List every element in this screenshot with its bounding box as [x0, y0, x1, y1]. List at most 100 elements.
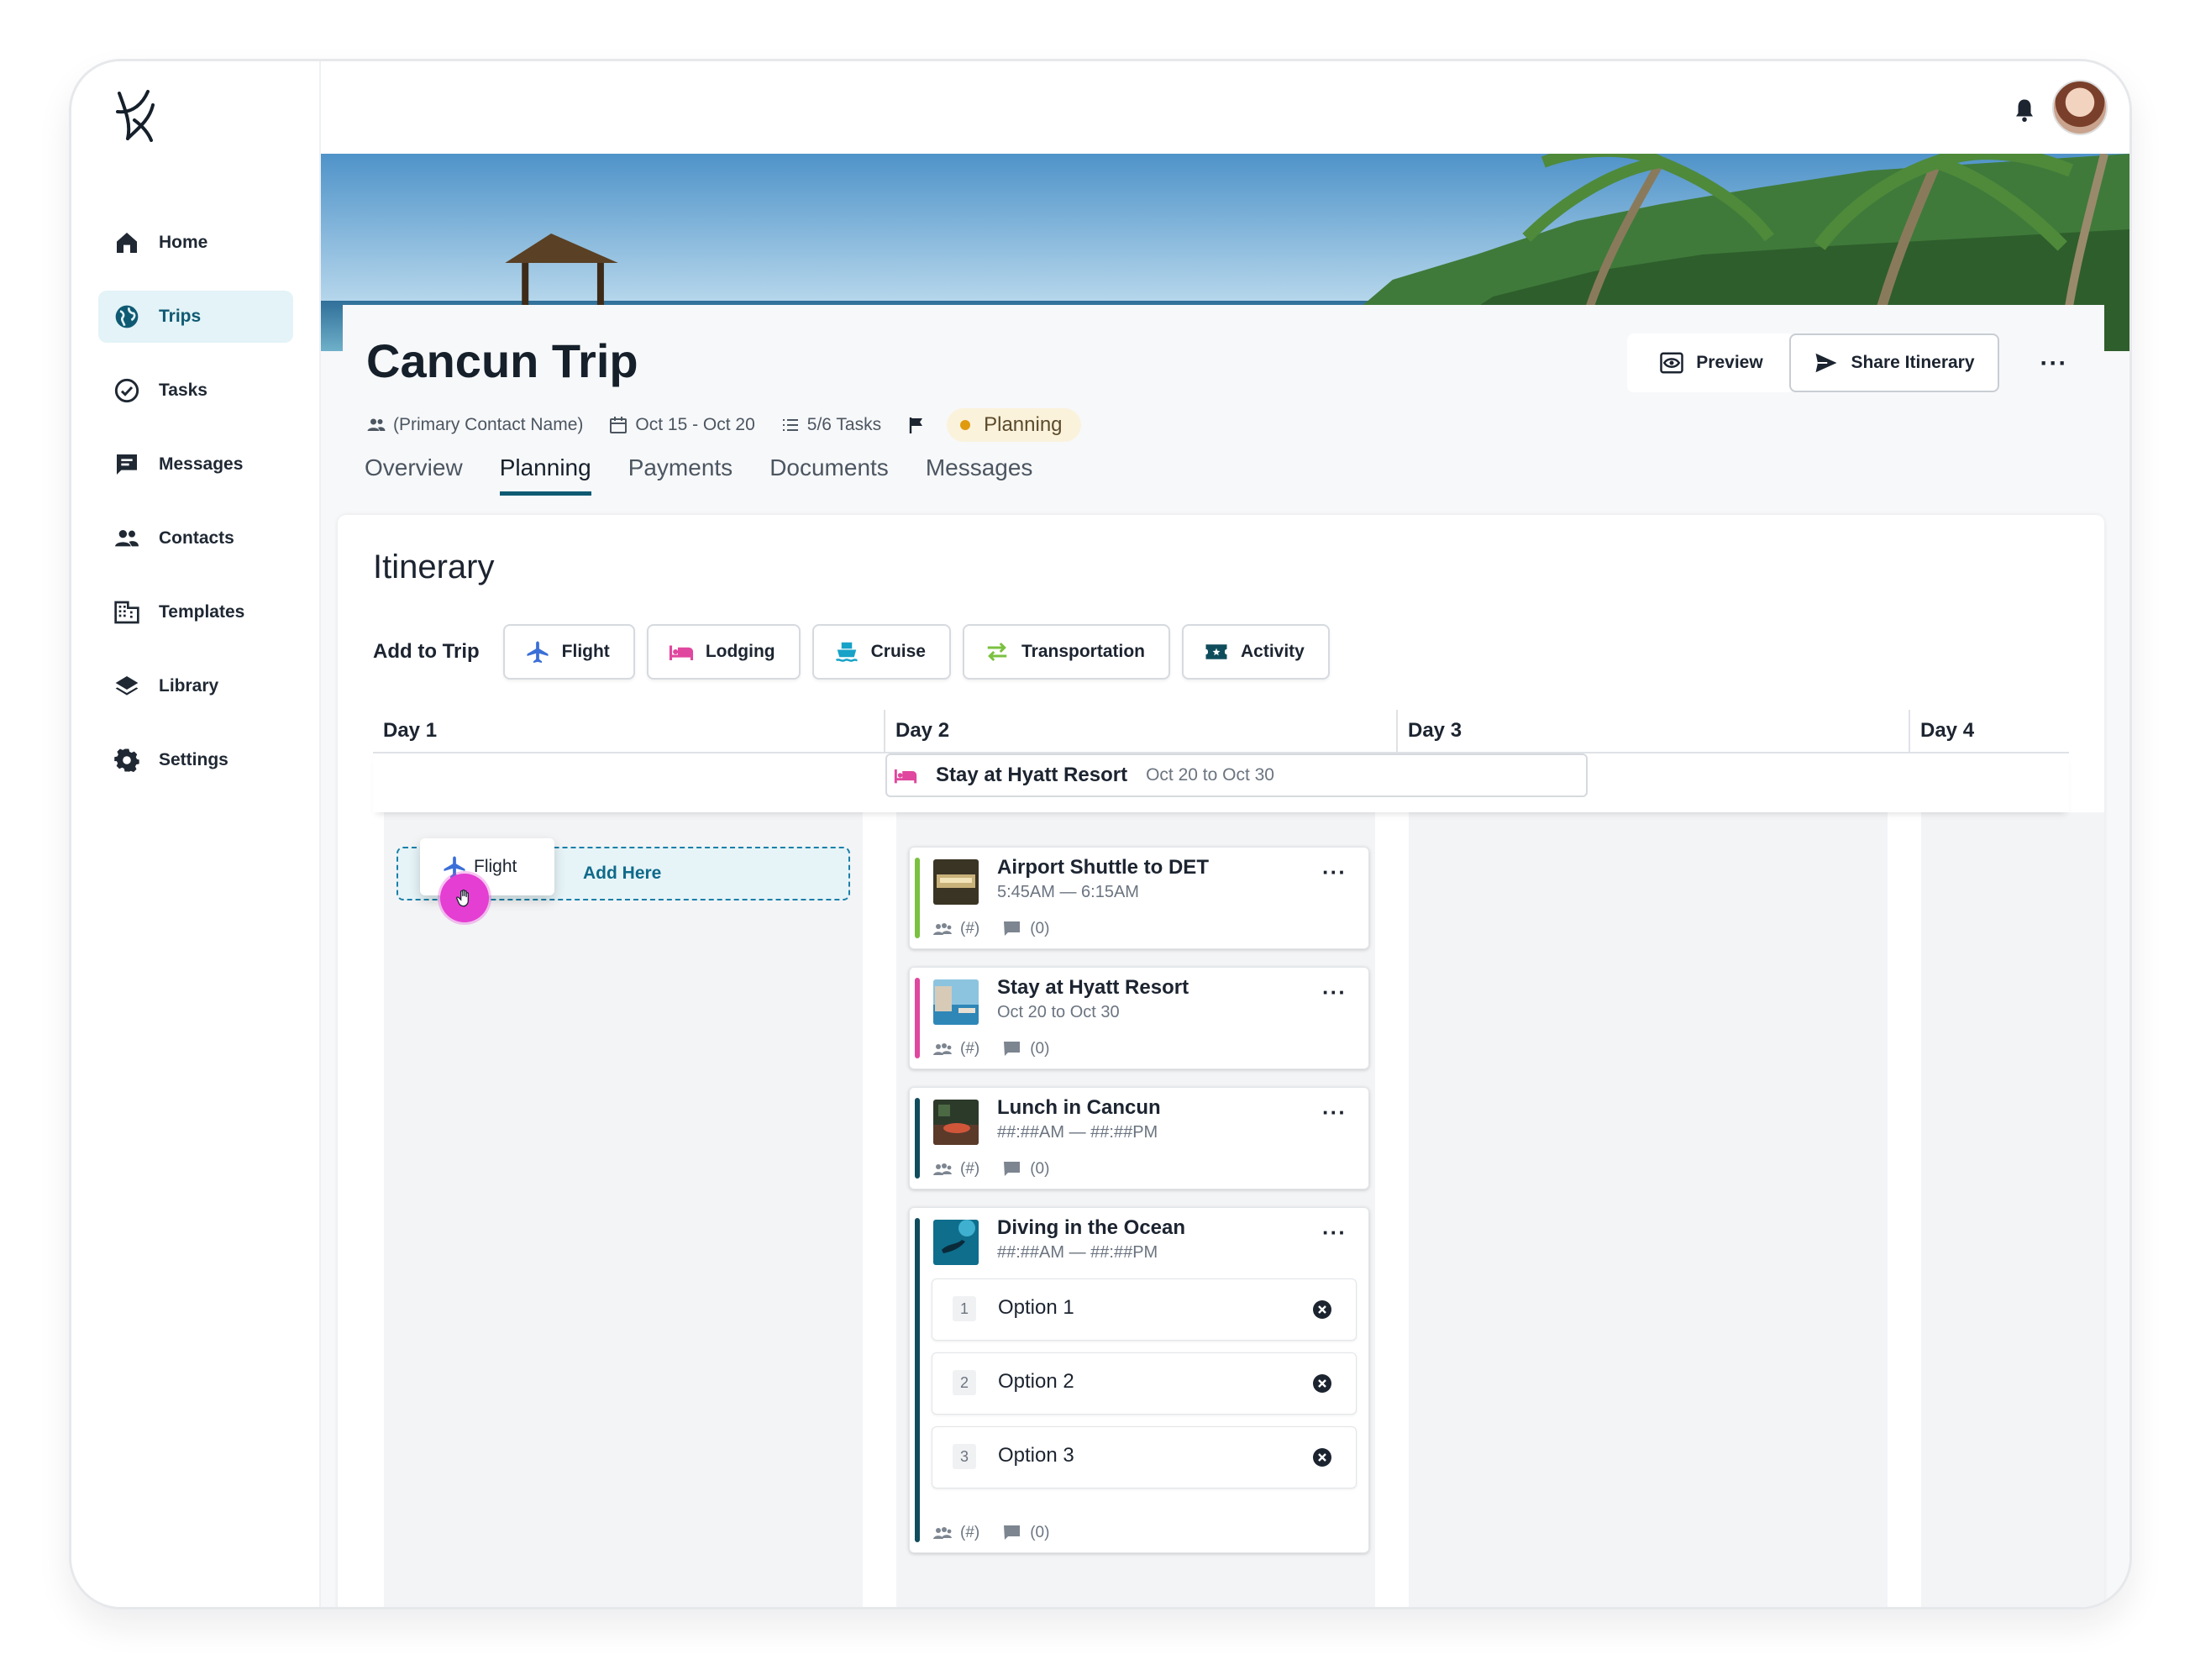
sidebar-item-tasks[interactable]: Tasks	[98, 365, 293, 417]
tab-payments[interactable]: Payments	[628, 454, 733, 496]
bell-icon[interactable]	[2012, 97, 2037, 123]
tab-overview[interactable]: Overview	[365, 454, 463, 496]
ticket-icon	[1205, 644, 1227, 659]
trip-dates[interactable]: Oct 15 - Oct 20	[608, 415, 755, 435]
comment-icon	[1004, 1525, 1021, 1540]
day-1-header: Day 1	[383, 719, 438, 742]
sidebar-item-settings[interactable]: Settings	[98, 734, 293, 786]
sidebar-item-trips[interactable]: Trips	[98, 291, 293, 343]
sidebar-item-contacts[interactable]: Contacts	[98, 512, 293, 564]
primary-contact[interactable]: (Primary Contact Name)	[366, 415, 583, 435]
card-title: Stay at Hyatt Resort	[997, 976, 1189, 999]
share-label: Share Itinerary	[1851, 353, 1975, 372]
tab-planning[interactable]: Planning	[499, 454, 591, 496]
trip-tasks[interactable]: 5/6 Tasks	[780, 415, 881, 435]
day-4-column[interactable]	[1921, 812, 2104, 1607]
card-title: Lunch in Cancun	[997, 1096, 1161, 1119]
tab-messages[interactable]: Messages	[926, 454, 1033, 496]
sidebar-item-label: Contacts	[159, 528, 234, 548]
card-more-button[interactable]: ···	[1322, 1100, 1347, 1126]
card-footer: (#) (0)	[932, 1524, 1049, 1542]
card-stripe	[915, 858, 920, 938]
option-number: 1	[953, 1296, 976, 1321]
sidebar-item-label: Trips	[159, 307, 202, 326]
share-itinerary-button[interactable]: Share Itinerary	[1789, 333, 1999, 392]
travelers-icon	[933, 923, 952, 935]
itinerary-card[interactable]: Diving in the Ocean ##:##AM — ##:##PM ··…	[909, 1207, 1369, 1553]
sidebar-item-templates[interactable]: Templates	[98, 586, 293, 638]
sidebar-item-label: Library	[159, 676, 219, 696]
more-options-button[interactable]: ···	[2029, 339, 2079, 389]
day-4-header: Day 4	[1920, 719, 1975, 742]
add-lodging-button[interactable]: Lodging	[646, 624, 801, 680]
trip-header: Cancun Trip (Primary Contact Name) Oct 1…	[343, 305, 2104, 515]
option-label: Option 2	[998, 1370, 1074, 1393]
option-item[interactable]: 2 Option 2	[932, 1352, 1357, 1415]
hand-icon	[456, 889, 469, 907]
span-title: Stay at Hyatt Resort	[936, 764, 1128, 786]
card-more-button[interactable]: ···	[1322, 979, 1347, 1005]
preview-button[interactable]: Preview	[1627, 333, 1795, 392]
traveler-count: (#)	[960, 1524, 980, 1541]
trip-dates-text: Oct 15 - Oct 20	[635, 415, 755, 434]
add-transportation-button[interactable]: Transportation	[962, 624, 1170, 680]
sidebar-item-messages[interactable]: Messages	[98, 438, 293, 491]
bed-icon	[669, 645, 693, 660]
card-title: Airport Shuttle to DET	[997, 856, 1209, 879]
itinerary-card[interactable]: Lunch in Cancun ##:##AM — ##:##PM ··· (#…	[909, 1087, 1369, 1189]
add-activity-button[interactable]: Activity	[1182, 624, 1330, 680]
comment-count: (0)	[1030, 1524, 1050, 1541]
message-icon	[117, 454, 137, 475]
sidebar-item-label: Settings	[159, 750, 228, 769]
trip-meta: (Primary Contact Name) Oct 15 - Oct 20 5…	[366, 408, 1081, 442]
add-flight-label: Flight	[561, 642, 610, 661]
comment-icon	[1004, 921, 1021, 936]
itinerary-card[interactable]: Airport Shuttle to DET 5:45AM — 6:15AM ·…	[909, 847, 1369, 949]
sidebar: Home Trips Tasks Messages Contacts Templ…	[71, 61, 321, 1607]
comment-count: (0)	[1030, 920, 1050, 937]
grab-cursor	[440, 874, 489, 922]
itinerary-card[interactable]: Stay at Hyatt Resort Oct 20 to Oct 30 ··…	[909, 967, 1369, 1069]
add-cruise-button[interactable]: Cruise	[811, 624, 951, 680]
remove-option-icon[interactable]	[1312, 1373, 1332, 1394]
day-1-column[interactable]	[384, 812, 863, 1607]
travelers-icon	[933, 1043, 952, 1055]
avatar[interactable]	[2052, 80, 2108, 135]
add-lodging-label: Lodging	[705, 642, 775, 661]
dragging-flight-chip[interactable]: Flight	[420, 838, 554, 895]
traveler-count: (#)	[960, 1160, 980, 1178]
day-columns-header: Day 1 Day 2 Day 3 Day 4	[373, 710, 2069, 753]
building-icon	[114, 601, 139, 624]
card-more-button[interactable]: ···	[1322, 859, 1347, 885]
remove-option-icon[interactable]	[1312, 1299, 1332, 1320]
card-more-button[interactable]: ···	[1322, 1220, 1347, 1246]
add-to-trip-label: Add to Trip	[373, 640, 480, 663]
app-logo[interactable]	[109, 87, 160, 145]
comment-count: (0)	[1030, 1160, 1050, 1178]
option-item[interactable]: 3 Option 3	[932, 1426, 1357, 1488]
sidebar-item-library[interactable]: Library	[98, 660, 293, 712]
sidebar-item-home[interactable]: Home	[98, 217, 293, 269]
card-subtitle: ##:##AM — ##:##PM	[997, 1123, 1158, 1142]
add-here-label: Add Here	[583, 864, 662, 883]
status-badge[interactable]: Planning	[947, 408, 1081, 442]
plane-icon	[527, 641, 549, 664]
tab-documents[interactable]: Documents	[769, 454, 889, 496]
home-icon	[117, 233, 137, 253]
top-bar	[321, 61, 2129, 154]
lodging-span-bar[interactable]: Stay at Hyatt Resort Oct 20 to Oct 30	[885, 753, 1588, 797]
sidebar-item-label: Tasks	[159, 381, 207, 400]
card-subtitle: ##:##AM — ##:##PM	[997, 1243, 1158, 1262]
day-3-column[interactable]	[1409, 812, 1888, 1607]
traveler-count: (#)	[960, 920, 980, 937]
add-flight-button[interactable]: Flight	[502, 624, 635, 680]
card-footer: (#) (0)	[932, 1160, 1049, 1179]
resort-thumbnail	[933, 979, 979, 1025]
remove-option-icon[interactable]	[1312, 1447, 1332, 1467]
option-number: 2	[953, 1370, 976, 1395]
flag[interactable]	[906, 415, 933, 435]
add-transportation-label: Transportation	[1021, 642, 1145, 661]
day-2-header: Day 2	[895, 719, 950, 742]
card-title: Diving in the Ocean	[997, 1216, 1186, 1239]
option-item[interactable]: 1 Option 1	[932, 1278, 1357, 1341]
